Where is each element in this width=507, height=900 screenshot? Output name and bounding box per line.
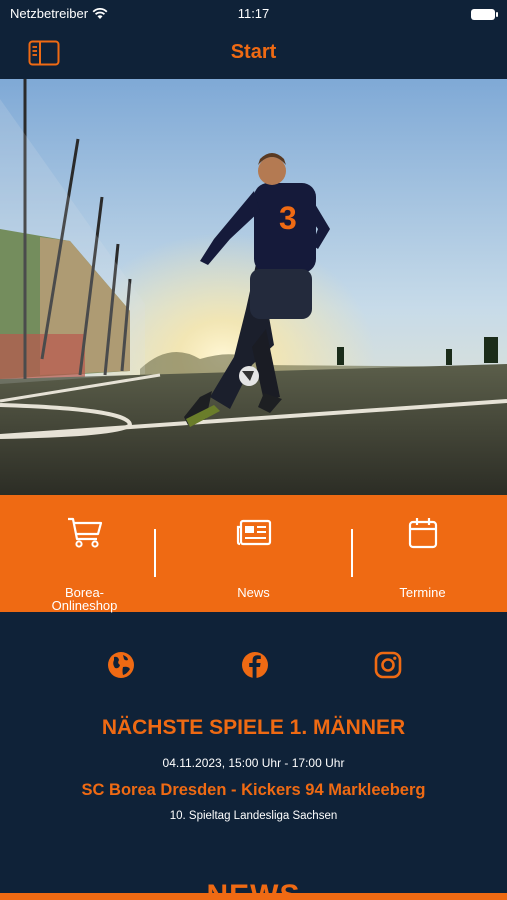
cart-icon: [67, 517, 102, 548]
match-league: 10. Spieltag Landesliga Sachsen: [169, 810, 338, 822]
nav-bar: Start: [0, 28, 507, 79]
next-matches-title: NÄCHSTE SPIELE 1. MÄNNER: [101, 716, 406, 739]
status-time: 11:17: [237, 6, 270, 21]
news-button[interactable]: News: [169, 495, 338, 612]
hero-image: 3: [0, 79, 507, 495]
shop-button[interactable]: Borea- Onlineshop: [0, 495, 169, 612]
battery-icon: [471, 9, 498, 20]
svg-text:3: 3: [279, 200, 297, 236]
instagram-icon[interactable]: [373, 650, 403, 680]
termine-label: Termine: [399, 585, 446, 600]
termine-button[interactable]: Termine: [338, 495, 507, 612]
globe-icon[interactable]: [106, 650, 136, 680]
divider: [351, 529, 353, 577]
bottom-bar: [0, 893, 507, 900]
divider: [154, 529, 156, 577]
page-title: Start: [230, 41, 277, 63]
newspaper-icon: [236, 519, 271, 546]
football-player-photo: 3: [0, 79, 507, 495]
social-links: [0, 650, 507, 686]
calendar-icon: [408, 518, 437, 549]
shop-label: Borea- Onlineshop: [51, 585, 118, 613]
status-bar: Netzbetreiber 11:17: [0, 0, 507, 28]
quick-links-bar: Borea- Onlineshop News Termine: [0, 495, 507, 612]
facebook-icon[interactable]: [240, 650, 270, 680]
match-date: 04.11.2023, 15:00 Uhr - 17:00 Uhr: [162, 756, 345, 770]
news-label: News: [237, 585, 270, 600]
match-teams[interactable]: SC Borea Dresden - Kickers 94 Markleeber…: [0, 781, 507, 800]
